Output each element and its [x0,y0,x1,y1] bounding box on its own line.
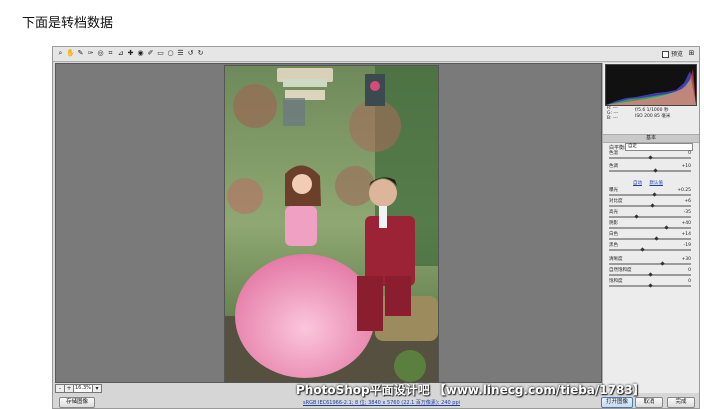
slider-value[interactable]: 0 [675,151,691,156]
wedding-photo-illustration [225,66,438,382]
panel-title: 基本 [603,134,699,143]
histogram [605,64,697,106]
slider-value[interactable]: 0 [675,268,691,273]
slider-thumb[interactable] [653,168,658,173]
slider-value[interactable]: -19 [675,243,691,248]
done-button[interactable]: 完成 [667,397,695,408]
open-image-button[interactable]: 打开图像 [601,397,633,408]
rotate-ccw-icon[interactable]: ↺ [186,49,195,58]
fullscreen-icon[interactable]: ⊞ [687,49,696,58]
rotate-cw-icon[interactable]: ↻ [196,49,205,58]
white-balance-select[interactable]: 自定 [625,143,693,151]
slider-value[interactable]: +6 [675,199,691,204]
slider-value[interactable]: 0 [675,279,691,284]
image-canvas[interactable] [55,63,602,383]
slider-10[interactable]: 饱和度 0 [609,279,693,289]
slider-label: 色温 [609,151,618,156]
histogram-graph [606,69,696,105]
save-image-button[interactable]: 存储图像 [59,397,95,408]
slider-label: 饱和度 [609,279,623,284]
slider-label: 自然饱和度 [609,268,632,273]
straighten-icon[interactable]: ⊿ [116,49,125,58]
slider-value[interactable]: +10 [675,164,692,169]
color-sampler-icon[interactable]: ✑ [86,49,95,58]
slider-thumb[interactable] [660,261,665,266]
readout-b: B: --- [607,116,618,121]
page-heading: 下面是转档数据 [22,16,114,31]
preview-checkbox-box[interactable] [661,51,669,58]
cancel-button[interactable]: 取消 [635,397,663,408]
slider-0[interactable]: 色温 0 [609,151,693,161]
red-eye-icon[interactable]: ◉ [136,49,145,58]
adjustment-panel: R: --- G: --- B: --- f/5.6 1/1000 秒 ISO … [602,63,699,393]
slider-thumb[interactable] [648,155,653,160]
toolbar: ⌕ ✋ ✎ ✑ ◎ ⌗ ⊿ ✚ ◉ ✐ ▭ ○ ☰ ↺ ↻ 预览 ⊞ [53,47,699,62]
slider-track[interactable] [609,170,691,172]
auto-default-links: 自动 默认值 [633,180,669,186]
slider-label: 黑色 [609,243,618,248]
slider-value[interactable]: +0.25 [675,188,691,193]
workflow-options-link[interactable]: sRGB IEC61966-2.1; 8 位; 3840 x 5760 (22.… [303,399,460,406]
slider-track[interactable] [609,227,691,229]
slider-thumb[interactable] [648,283,653,288]
slider-6[interactable]: 白色 +14 [609,232,693,242]
hand-icon[interactable]: ✋ [66,49,75,58]
crop-icon[interactable]: ⌗ [106,49,115,58]
slider-thumb[interactable] [648,272,653,277]
slider-3[interactable]: 对比度 +6 [609,199,693,209]
slider-value[interactable]: +40 [675,221,692,226]
radial-filter-icon[interactable]: ○ [166,49,175,58]
slider-label: 清晰度 [609,257,623,262]
slider-value[interactable]: +14 [675,232,692,237]
target-adjust-icon[interactable]: ◎ [96,49,105,58]
slider-thumb[interactable] [640,247,645,252]
preview-label: 预览 [670,51,683,58]
readout: R: --- G: --- B: --- f/5.6 1/1000 秒 ISO … [605,106,695,124]
iso-readout: ISO 200 85 毫米 [635,114,671,119]
slider-value[interactable]: -35 [675,210,691,215]
camera-raw-window: ⌕ ✋ ✎ ✑ ◎ ⌗ ⊿ ✚ ◉ ✐ ▭ ○ ☰ ↺ ↻ 预览 ⊞ - + 1… [52,46,700,409]
graduated-filter-icon[interactable]: ▭ [156,49,165,58]
slider-thumb[interactable] [653,236,659,241]
slider-thumb[interactable] [652,192,657,197]
zoom-level[interactable]: 16.3% [73,384,94,393]
slider-track[interactable] [609,238,691,240]
slider-2[interactable]: 曝光 +0.25 [609,188,693,198]
slider-label: 对比度 [609,199,623,204]
slider-4[interactable]: 高光 -35 [609,210,693,220]
zoom-dropdown-icon[interactable]: ▾ [92,384,102,393]
watermark: PhotoShop平面设计吧 【www.linecg.com/tieba/178… [296,383,645,397]
preferences-icon[interactable]: ☰ [176,49,185,58]
slider-1[interactable]: 色调 +10 [609,164,693,174]
slider-track[interactable] [609,263,691,265]
slider-track[interactable] [609,216,691,218]
preview-checkbox[interactable]: 预览 [661,49,683,58]
slider-track[interactable] [609,194,691,196]
slider-thumb[interactable] [650,203,656,208]
zoom-icon[interactable]: ⌕ [56,49,65,58]
slider-track[interactable] [609,249,691,251]
default-link[interactable]: 默认值 [649,181,663,186]
slider-label: 曝光 [609,188,618,193]
slider-7[interactable]: 黑色 -19 [609,243,693,253]
wedding-photo [224,65,439,383]
white-balance-icon[interactable]: ✎ [76,49,85,58]
panel-tabs: ◐⌇▲▦◧◫fx◉☰▣ [605,125,695,142]
adjustment-brush-icon[interactable]: ✐ [146,49,155,58]
spot-removal-icon[interactable]: ✚ [126,49,135,58]
slider-thumb[interactable] [664,225,669,230]
slider-9[interactable]: 自然饱和度 0 [609,268,693,278]
slider-label: 白色 [609,232,618,237]
slider-value[interactable]: +30 [675,257,692,262]
slider-5[interactable]: 阴影 +40 [609,221,693,231]
slider-8[interactable]: 清晰度 +30 [609,257,693,267]
white-balance-label: 白平衡: [609,145,626,151]
slider-thumb[interactable] [634,214,640,219]
slider-label: 阴影 [609,221,618,226]
slider-label: 色调 [609,164,618,169]
auto-link[interactable]: 自动 [633,181,642,186]
slider-label: 高光 [609,210,618,215]
